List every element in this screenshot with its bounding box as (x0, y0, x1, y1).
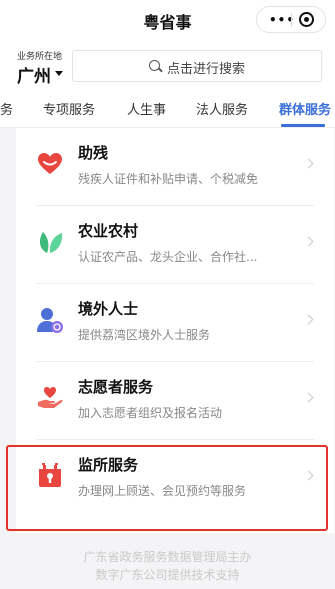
item-description: 加入志愿者组织及报名活动 (78, 406, 223, 420)
search-input[interactable]: 点击进行搜索 (72, 50, 322, 82)
location-city-selector[interactable]: 广州 (17, 62, 51, 87)
location-label: 业务所在地 (17, 52, 63, 62)
tab-partial[interactable]: 务 (0, 99, 13, 118)
heart-icon (38, 153, 62, 174)
location-search-bar: 业务所在地 广州 点击进行搜索 (0, 40, 335, 90)
category-tabs: 务 专项服务 人生事 法人服务 群体服务 (0, 90, 335, 128)
list-item-agriculture[interactable]: 农业农村 认证农产品、龙头企业、合作社... (36, 206, 314, 284)
item-description: 认证农产品、龙头企业、合作社... (78, 250, 258, 264)
person-globe-icon (37, 308, 63, 333)
mini-program-capsule: ••• (256, 6, 326, 33)
chevron-right-icon (303, 158, 314, 169)
chevron-right-icon (303, 236, 314, 247)
list-item-volunteer[interactable]: 志愿者服务 加入志愿者组织及报名活动 (36, 362, 314, 440)
item-description: 提供荔湾区境外人士服务 (78, 328, 211, 342)
item-title: 农业农村 (78, 222, 139, 240)
search-icon (149, 60, 160, 71)
tab-life-events[interactable]: 人生事 (127, 99, 166, 118)
caret-down-icon[interactable] (55, 71, 63, 76)
tab-group-services[interactable]: 群体服务 (279, 99, 331, 118)
search-placeholder: 点击进行搜索 (167, 62, 246, 77)
footer-tech-support: 数字广东公司提供技术支持 (95, 568, 240, 582)
footer-organizer: 广东省政务服务数据管理局主办 (83, 550, 252, 564)
active-tab-indicator (281, 124, 325, 127)
item-title: 志愿者服务 (78, 378, 154, 396)
highlight-box (6, 445, 328, 531)
item-description: 残疾人证件和补贴申请、个税减免 (78, 172, 259, 186)
list-item-disability[interactable]: 助残 残疾人证件和补贴申请、个税减免 (36, 128, 314, 206)
leaf-icon (39, 232, 63, 253)
hand-heart-icon (38, 387, 63, 408)
chevron-right-icon (303, 314, 314, 325)
capsule-divider (291, 13, 292, 27)
title-bar: 粤省事 ••• (0, 0, 335, 40)
list-item-overseas-persons[interactable]: 境外人士 提供荔湾区境外人士服务 (36, 284, 314, 362)
tab-special-services[interactable]: 专项服务 (43, 99, 95, 118)
close-target-icon[interactable] (299, 12, 314, 27)
item-title: 境外人士 (78, 300, 139, 318)
tab-legal-person-services[interactable]: 法人服务 (196, 99, 248, 118)
chevron-right-icon (303, 392, 314, 403)
item-title: 助残 (78, 144, 109, 162)
